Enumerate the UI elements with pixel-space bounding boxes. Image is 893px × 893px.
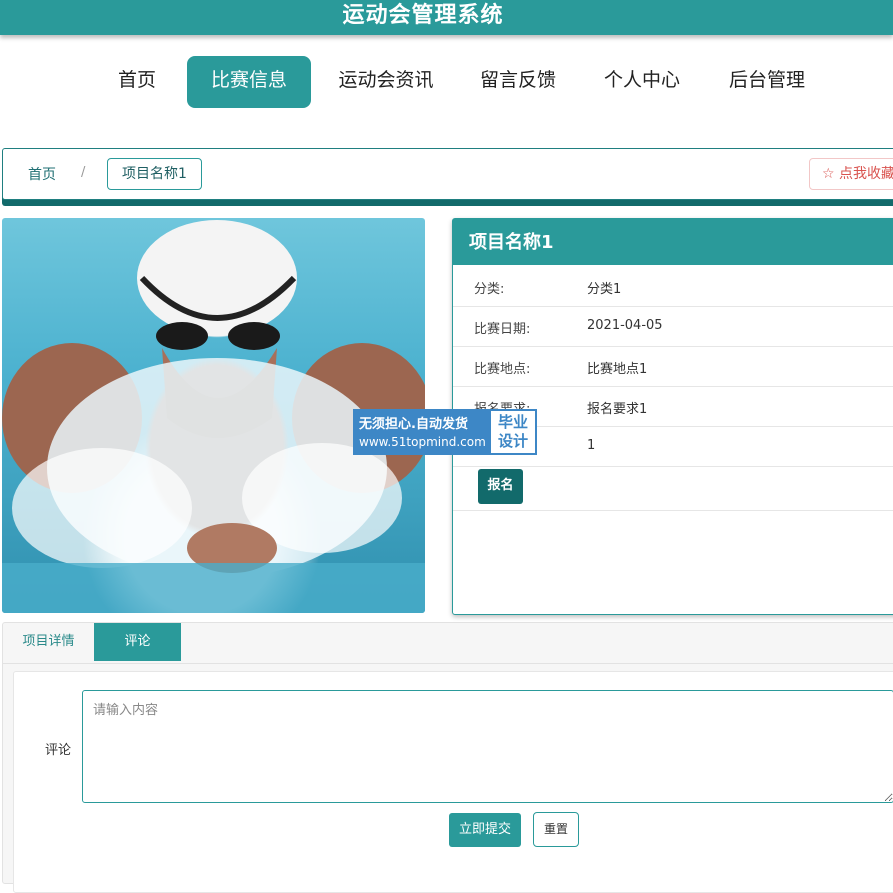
tab-header: 项目详情 评论 [3, 623, 893, 664]
submit-button[interactable]: 立即提交 [449, 813, 521, 847]
info-value: 2021-04-05 [587, 318, 663, 333]
info-row-category: 分类: 分类1 [453, 266, 893, 307]
breadcrumb-current: 项目名称1 [107, 158, 202, 190]
comment-input[interactable] [82, 690, 893, 803]
comment-label: 评论 [45, 743, 72, 758]
tab-details[interactable]: 项目详情 [3, 623, 94, 661]
divider [453, 510, 893, 511]
info-label: 分类: [474, 282, 505, 297]
breadcrumb-separator: / [81, 165, 86, 180]
info-value: 比赛地点1 [587, 362, 648, 377]
nav-item-home[interactable]: 首页 [100, 56, 174, 108]
nav-item-competitions[interactable]: 比赛信息 [187, 56, 311, 108]
favorite-button[interactable]: ☆ 点我收藏 [809, 158, 893, 190]
reset-button[interactable]: 重置 [533, 812, 579, 847]
header-bar: 运动会管理系统 [0, 0, 893, 35]
main-nav: 首页 比赛信息 运动会资讯 留言反馈 个人中心 后台管理 [0, 56, 893, 108]
watermark-line1: 无须担心.自动发货 [359, 417, 468, 432]
comment-form: 评论 立即提交 重置 [13, 671, 893, 893]
watermark-text-block: 无须担心.自动发货 www.51topmind.com [353, 409, 489, 455]
info-row-location: 比赛地点: 比赛地点1 [453, 346, 893, 387]
nav-item-news[interactable]: 运动会资讯 [330, 56, 442, 108]
info-value: 分类1 [587, 282, 622, 297]
breadcrumb-home-link[interactable]: 首页 [28, 164, 56, 184]
detail-tabs: 项目详情 评论 评论 立即提交 重置 [2, 622, 893, 893]
watermark-line2: www.51topmind.com [359, 435, 486, 449]
tab-comments[interactable]: 评论 [94, 623, 181, 661]
info-label: 比赛地点: [474, 362, 531, 377]
watermark-badge: 毕业 设计 [489, 409, 537, 455]
nav-item-feedback[interactable]: 留言反馈 [470, 56, 566, 108]
watermark: 无须担心.自动发货 www.51topmind.com 毕业 设计 [353, 409, 537, 455]
watermark-badge-line2: 设计 [497, 432, 528, 450]
info-row-date: 比赛日期: 2021-04-05 [453, 306, 893, 347]
breadcrumb: 首页 / 项目名称1 ☆ 点我收藏 [2, 148, 893, 200]
item-title: 项目名称1 [453, 219, 893, 265]
info-label: 比赛日期: [474, 322, 531, 337]
info-value: 1 [587, 438, 596, 453]
app-title: 运动会管理系统 [342, 3, 504, 28]
nav-item-profile[interactable]: 个人中心 [594, 56, 690, 108]
info-value: 报名要求1 [587, 402, 648, 417]
watermark-badge-line1: 毕业 [497, 413, 528, 431]
nav-item-admin[interactable]: 后台管理 [719, 56, 815, 108]
signup-button[interactable]: 报名 [478, 469, 523, 504]
